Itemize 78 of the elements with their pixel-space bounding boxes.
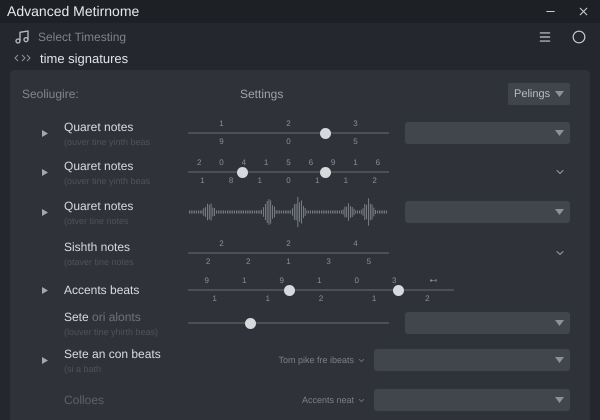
tick-label: 1 xyxy=(212,294,217,304)
tick-label: 1 xyxy=(344,176,348,186)
slider-thumb[interactable] xyxy=(284,284,296,296)
tick-label: 3 xyxy=(326,256,331,268)
row-label: Accents beats xyxy=(64,283,140,297)
row-label: Quaret notes xyxy=(64,198,134,212)
tick-label: 2 xyxy=(206,256,210,268)
expand-icon[interactable] xyxy=(42,130,48,136)
tick-label: 4 xyxy=(242,158,246,168)
menu-icon[interactable] xyxy=(538,30,552,44)
panel-label: Seoliugire: xyxy=(22,87,80,101)
tick-label: 2 xyxy=(286,238,291,250)
caret-icon xyxy=(555,209,564,215)
slider-thumb[interactable] xyxy=(320,166,331,178)
tick-label: 2 xyxy=(219,238,224,250)
tick-label: 1 xyxy=(258,176,262,186)
close-icon[interactable] xyxy=(577,4,590,18)
row-label: Sete ori alonts xyxy=(64,310,142,324)
tick-label: 9 xyxy=(279,276,284,286)
tick-label: 8 xyxy=(228,176,234,186)
tick-label: 1 xyxy=(353,158,358,168)
tick-label: 2 xyxy=(286,118,291,130)
caret-icon xyxy=(555,357,564,363)
tick-label: 2 xyxy=(246,256,250,268)
tick-label: 1 xyxy=(314,176,320,186)
tick-label: 9 xyxy=(330,158,336,168)
expand-icon[interactable] xyxy=(42,168,48,176)
row-label: Quaret notes xyxy=(64,120,134,134)
tick-label: 2 xyxy=(425,294,430,304)
chevrons-icon[interactable] xyxy=(14,54,32,62)
window-title: Advanced Metirnome xyxy=(7,3,140,20)
tick-label: 1 xyxy=(316,276,322,286)
subtitle: Select Timesting xyxy=(38,30,128,44)
tick-label: 4 xyxy=(353,238,358,250)
tick-label: 1 xyxy=(372,294,376,304)
dropdown-label[interactable]: Tom pike fre ibeats xyxy=(278,355,366,365)
breadcrumb[interactable]: time signatures xyxy=(40,50,128,66)
caret-icon xyxy=(555,397,564,403)
tick-label: 5 xyxy=(366,256,372,268)
tick-label: 9 xyxy=(204,276,209,286)
tick-label: 1 xyxy=(286,256,291,268)
expand-icon[interactable] xyxy=(42,286,48,294)
row-label: Quaret notes xyxy=(64,158,134,172)
tick-label: 6 xyxy=(308,158,314,168)
tick-label: 3 xyxy=(353,118,358,130)
tick-label: 6 xyxy=(376,158,380,168)
music-note-icon xyxy=(14,28,30,45)
tick-label: 0 xyxy=(286,136,291,148)
expand-icon[interactable] xyxy=(42,208,48,216)
expand-icon[interactable] xyxy=(42,356,48,364)
tick-label: 3 xyxy=(392,276,396,286)
tick-label: 1 xyxy=(200,176,205,186)
tick-label: ⊷ xyxy=(429,276,438,286)
caret-icon xyxy=(555,130,564,136)
slider-thumb[interactable] xyxy=(237,166,248,178)
tick-label: 9 xyxy=(219,136,224,148)
tick-label: 1 xyxy=(219,118,224,130)
tick-label: 2 xyxy=(372,176,377,186)
row-label: Sete an con beats xyxy=(64,346,162,360)
caret-icon xyxy=(555,320,564,326)
tick-label: 0 xyxy=(286,176,291,186)
tick-label: 0 xyxy=(219,158,224,168)
slider-thumb[interactable] xyxy=(245,318,256,328)
slider-thumb[interactable] xyxy=(320,128,331,138)
row-label: Sishth notes xyxy=(64,240,132,254)
tick-label: 1 xyxy=(242,276,246,286)
tick-label: 1 xyxy=(266,294,270,304)
preset-dropdown[interactable]: Pelings xyxy=(508,83,570,105)
slider-thumb[interactable] xyxy=(393,284,404,296)
caret-icon xyxy=(555,91,564,97)
tick-label: 2 xyxy=(318,294,324,304)
circle-icon[interactable] xyxy=(572,30,586,44)
tick-label: 2 xyxy=(196,158,202,168)
tick-label: 5 xyxy=(286,158,291,168)
tick-label: 0 xyxy=(354,276,359,286)
tick-label: 5 xyxy=(353,136,358,148)
panel-heading: Settings xyxy=(240,87,284,101)
tick-label: 1 xyxy=(264,158,268,168)
